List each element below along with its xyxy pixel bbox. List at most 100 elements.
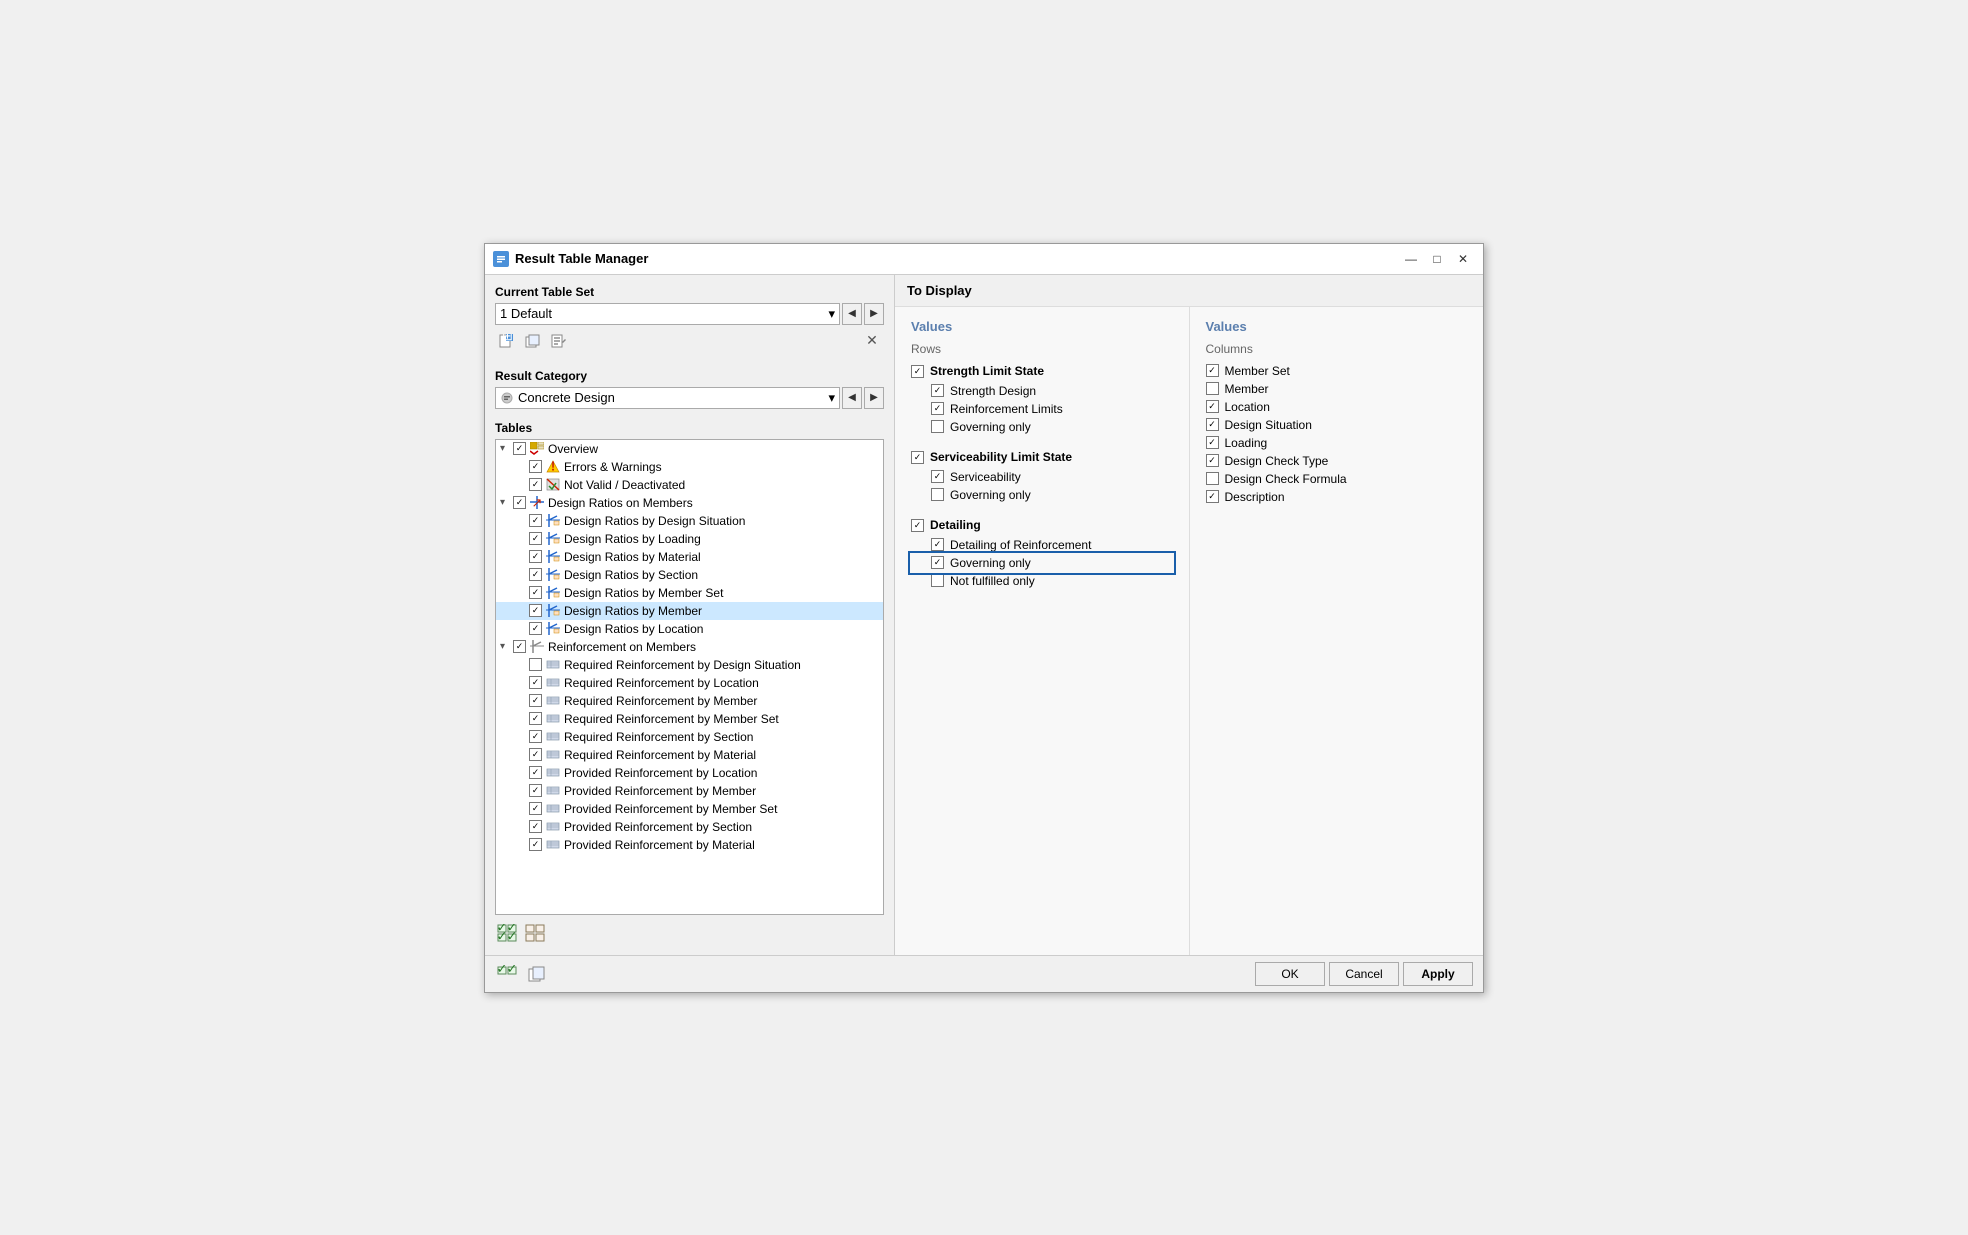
column-check-item[interactable]: Location [1206, 398, 1468, 416]
apply-button[interactable]: Apply [1403, 962, 1473, 986]
tree-item-checkbox[interactable] [529, 694, 542, 707]
check-item[interactable]: Governing only [911, 418, 1173, 436]
check-item-checkbox[interactable] [931, 402, 944, 415]
check-item-checkbox[interactable] [931, 384, 944, 397]
tree-item-checkbox[interactable] [529, 586, 542, 599]
cancel-button[interactable]: Cancel [1329, 962, 1399, 986]
table-set-next-button[interactable]: ▶ [864, 303, 884, 325]
check-item[interactable]: Not fulfilled only [911, 572, 1173, 590]
delete-table-button[interactable]: ✕ [860, 329, 884, 353]
tree-item-checkbox[interactable] [529, 676, 542, 689]
check-item-checkbox[interactable] [931, 470, 944, 483]
column-check-item[interactable]: Member Set [1206, 362, 1468, 380]
tree-item[interactable]: !Errors & Warnings [496, 458, 883, 476]
category-prev-button[interactable]: ◀ [842, 387, 862, 409]
tree-item[interactable]: Design Ratios by Material [496, 548, 883, 566]
tree-item-checkbox[interactable] [529, 748, 542, 761]
tree-item-checkbox[interactable] [513, 496, 526, 509]
tree-item-checkbox[interactable] [529, 460, 542, 473]
tree-item[interactable]: Required Reinforcement by Design Situati… [496, 656, 883, 674]
tree-item-checkbox[interactable] [529, 658, 542, 671]
check-item-checkbox[interactable] [931, 420, 944, 433]
tree-item[interactable]: Design Ratios by Loading [496, 530, 883, 548]
tree-item-checkbox[interactable] [529, 478, 542, 491]
check-item-checkbox[interactable] [931, 488, 944, 501]
tree-item-checkbox[interactable] [529, 622, 542, 635]
tree-item-checkbox[interactable] [529, 766, 542, 779]
edit-table-button[interactable] [547, 329, 571, 353]
tree-item[interactable]: Required Reinforcement by Location [496, 674, 883, 692]
column-checkbox[interactable] [1206, 382, 1219, 395]
section-title-row[interactable]: Detailing [911, 516, 1173, 536]
column-checkbox[interactable] [1206, 436, 1219, 449]
column-checkbox[interactable] [1206, 454, 1219, 467]
check-item[interactable]: Strength Design [911, 382, 1173, 400]
tree-item[interactable]: Design Ratios by Location [496, 620, 883, 638]
tree-item[interactable]: ▾↗Design Ratios on Members [496, 494, 883, 512]
copy-table-button[interactable] [521, 329, 545, 353]
tree-item-checkbox[interactable] [513, 640, 526, 653]
tree-item[interactable]: Not Valid / Deactivated [496, 476, 883, 494]
check-item-checkbox[interactable] [931, 538, 944, 551]
section-title-row[interactable]: Serviceability Limit State [911, 448, 1173, 468]
close-button[interactable]: ✕ [1451, 250, 1475, 268]
tree-item[interactable]: Required Reinforcement by Member [496, 692, 883, 710]
tree-item[interactable]: Provided Reinforcement by Section [496, 818, 883, 836]
result-category-dropdown[interactable]: Concrete Design ▾ [495, 387, 840, 409]
section-title-row[interactable]: Strength Limit State [911, 362, 1173, 382]
maximize-button[interactable]: □ [1425, 250, 1449, 268]
column-check-item[interactable]: Design Situation [1206, 416, 1468, 434]
tree-item[interactable]: Design Ratios by Member [496, 602, 883, 620]
section-checkbox[interactable] [911, 365, 924, 378]
tree-item-checkbox[interactable] [529, 568, 542, 581]
uncheck-all-button[interactable] [523, 921, 547, 945]
footer-copy-button[interactable] [525, 962, 549, 986]
column-checkbox[interactable] [1206, 400, 1219, 413]
tree-item[interactable]: Required Reinforcement by Member Set [496, 710, 883, 728]
section-checkbox[interactable] [911, 451, 924, 464]
ok-button[interactable]: OK [1255, 962, 1325, 986]
column-check-item[interactable]: Design Check Formula [1206, 470, 1468, 488]
column-checkbox[interactable] [1206, 418, 1219, 431]
check-item[interactable]: Governing only [911, 486, 1173, 504]
footer-check-button[interactable]: ✓✓ [495, 962, 519, 986]
tree-item[interactable]: ▾Reinforcement on Members [496, 638, 883, 656]
tree-item-checkbox[interactable] [529, 802, 542, 815]
tree-item[interactable]: Provided Reinforcement by Member Set [496, 800, 883, 818]
tree-item-checkbox[interactable] [529, 784, 542, 797]
tree-item-checkbox[interactable] [513, 442, 526, 455]
check-item[interactable]: Governing only [911, 554, 1173, 572]
check-item-checkbox[interactable] [931, 556, 944, 569]
tree-item[interactable]: Required Reinforcement by Section [496, 728, 883, 746]
tree-item-checkbox[interactable] [529, 820, 542, 833]
check-item[interactable]: Reinforcement Limits [911, 400, 1173, 418]
check-all-button[interactable]: ✓✓✓✓ [495, 921, 519, 945]
tree-item[interactable]: Required Reinforcement by Material [496, 746, 883, 764]
tree-item[interactable]: Provided Reinforcement by Member [496, 782, 883, 800]
column-check-item[interactable]: Member [1206, 380, 1468, 398]
tree-item[interactable]: Design Ratios by Design Situation [496, 512, 883, 530]
tree-item-checkbox[interactable] [529, 730, 542, 743]
column-check-item[interactable]: Design Check Type [1206, 452, 1468, 470]
tree-item-checkbox[interactable] [529, 514, 542, 527]
tree-item[interactable]: Provided Reinforcement by Location [496, 764, 883, 782]
table-set-dropdown[interactable]: 1 Default ▾ [495, 303, 840, 325]
tree-item[interactable]: Provided Reinforcement by Material [496, 836, 883, 854]
column-checkbox[interactable] [1206, 364, 1219, 377]
check-item[interactable]: Serviceability [911, 468, 1173, 486]
tree-item[interactable]: Design Ratios by Member Set [496, 584, 883, 602]
minimize-button[interactable]: — [1399, 250, 1423, 268]
tree-item-checkbox[interactable] [529, 532, 542, 545]
check-item[interactable]: Detailing of Reinforcement [911, 536, 1173, 554]
check-item-checkbox[interactable] [931, 574, 944, 587]
section-checkbox[interactable] [911, 519, 924, 532]
column-check-item[interactable]: Description [1206, 488, 1468, 506]
new-table-button[interactable]: ⊞ [495, 329, 519, 353]
column-checkbox[interactable] [1206, 490, 1219, 503]
tree-item-checkbox[interactable] [529, 550, 542, 563]
table-set-prev-button[interactable]: ◀ [842, 303, 862, 325]
column-checkbox[interactable] [1206, 472, 1219, 485]
tree-item[interactable]: ▾Overview [496, 440, 883, 458]
tree-item-checkbox[interactable] [529, 838, 542, 851]
tree-item-checkbox[interactable] [529, 604, 542, 617]
